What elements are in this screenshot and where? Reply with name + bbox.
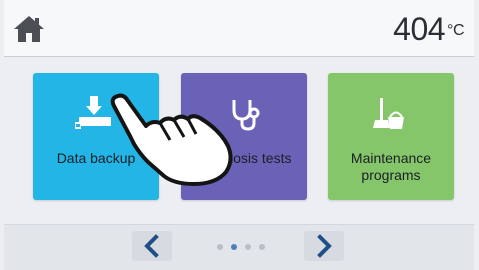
chevron-right-icon [317, 234, 332, 258]
page-dot-active [231, 244, 237, 250]
broom-bucket-icon [328, 73, 454, 137]
temperature-display: 404 °C [393, 13, 464, 45]
temperature-unit: °C [447, 22, 464, 39]
maintenance-programs-tile[interactable]: Maintenance programs [328, 73, 454, 200]
pager-bar [4, 224, 474, 270]
temperature-value: 404 [393, 11, 446, 47]
home-icon[interactable] [12, 14, 46, 44]
next-page-button[interactable] [304, 231, 344, 261]
page-dot [259, 244, 265, 250]
previous-page-button[interactable] [132, 231, 172, 261]
chevron-left-icon [144, 234, 159, 258]
pointing-hand-icon [108, 92, 244, 188]
page-dot [217, 244, 223, 250]
header-bar: 404 °C [4, 0, 474, 57]
tile-label: Maintenance programs [350, 150, 432, 183]
page-dot [245, 244, 251, 250]
